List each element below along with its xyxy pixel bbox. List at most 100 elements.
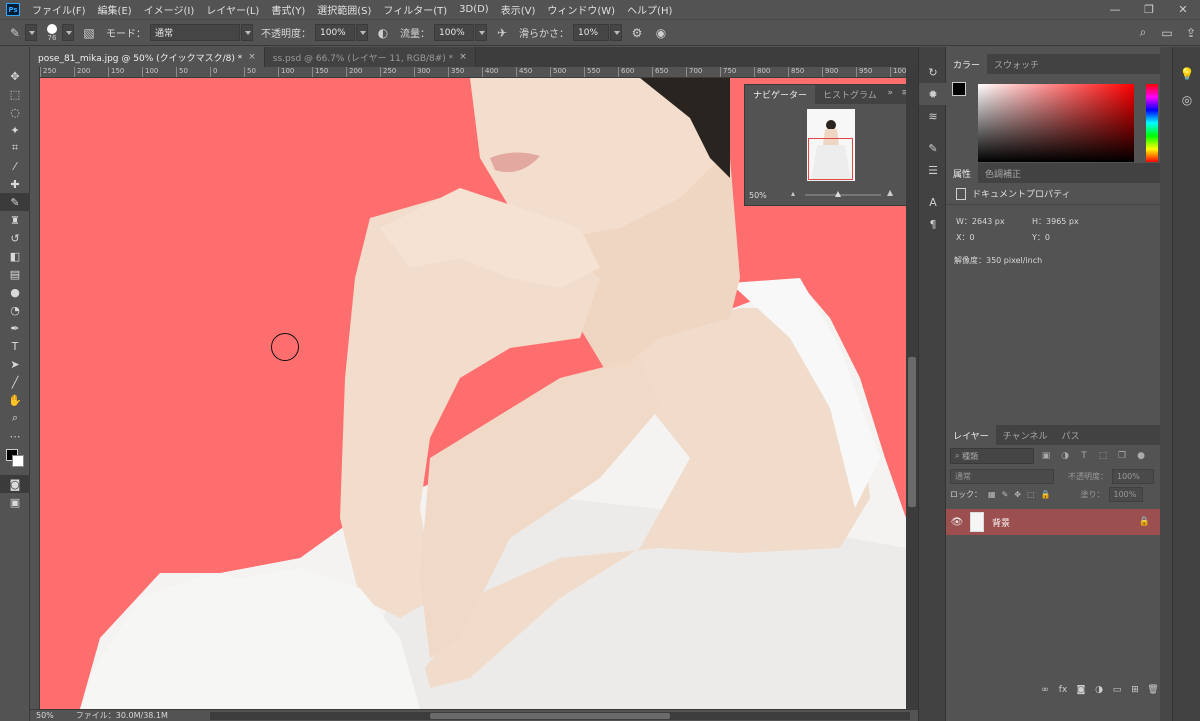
healing-brush-tool-icon[interactable]: ✚ [0,175,30,193]
brush-tool-preset-icon[interactable]: ✎ [6,24,24,42]
fx-icon[interactable]: fx [1054,685,1072,695]
fill-input[interactable]: 100% [1108,486,1143,502]
add-mask-icon[interactable]: ◙ [1072,685,1090,695]
brush-tool-icon[interactable]: ✎ [0,193,30,211]
close-icon[interactable]: × [459,52,467,62]
color-field[interactable] [978,84,1134,162]
menu-select[interactable]: 選択範囲(S) [311,2,377,17]
gear-icon[interactable]: ⚙ [628,24,646,42]
flow-input[interactable]: 100% [434,24,474,41]
lock-all-icon[interactable]: 🔒 [1041,490,1051,499]
filter-toggle-icon[interactable]: ● [1134,449,1148,463]
tab-navigator[interactable]: ナビゲーター [745,85,816,104]
adjustments-icon[interactable]: ≋ [919,105,947,127]
opacity-input[interactable]: 100% [315,24,355,41]
brush-picker-dropdown[interactable] [62,24,74,41]
navigator-view-box[interactable] [808,138,853,180]
filter-adjustment-icon[interactable]: ◑ [1058,449,1072,463]
scrollbar-thumb[interactable] [908,357,916,507]
close-icon[interactable]: × [248,52,256,62]
tab-paths[interactable]: パス [1054,425,1086,445]
brush-preview-icon[interactable]: 76 [43,23,61,42]
pressure-opacity-icon[interactable]: ◐ [374,24,392,42]
navigator-panel-icon[interactable]: ✹ [919,83,947,105]
brush-settings-icon[interactable]: ▧ [80,24,98,42]
quick-mask-icon[interactable]: ◙ [0,475,30,493]
gradient-tool-icon[interactable]: ▤ [0,265,30,283]
mode-select[interactable]: 通常 [150,24,240,41]
navigator-zoom-slider[interactable] [805,191,881,197]
panel-scrollbar[interactable] [1160,47,1172,721]
menu-help[interactable]: ヘルプ(H) [621,2,678,17]
screen-mode-icon[interactable]: ▣ [0,493,30,511]
eraser-tool-icon[interactable]: ◧ [0,247,30,265]
lasso-tool-icon[interactable]: ◌ [0,103,30,121]
foreground-color-swatch[interactable] [952,82,966,96]
layer-kind-filter[interactable]: ⌕ 種類 [950,448,1034,464]
layer-row-background[interactable]: 👁 背景 🔒 [946,509,1160,535]
marquee-tool-icon[interactable]: ⬚ [0,85,30,103]
tab-pose-81-mika[interactable]: pose_81_mika.jpg @ 50% (クイックマスク/8) * × [30,47,265,67]
history-brush-tool-icon[interactable]: ↺ [0,229,30,247]
tab-ss-psd[interactable]: ss.psd @ 66.7% (レイヤー 11, RGB/8#) * × [264,47,476,67]
navigator-zoom-value[interactable]: 50% [749,191,767,200]
hand-tool-icon[interactable]: ✋ [0,391,30,409]
layer-opacity-input[interactable]: 100% [1112,468,1154,484]
color-swap-icon[interactable] [0,445,30,475]
opacity-dropdown[interactable] [356,24,368,41]
filter-smart-icon[interactable]: ❐ [1115,449,1129,463]
tab-channels[interactable]: チャンネル [996,425,1055,445]
menu-layer[interactable]: レイヤー(L) [200,2,265,17]
lock-transparent-icon[interactable]: ▦ [988,490,996,499]
lock-icon[interactable]: 🔒 [1139,517,1150,527]
lock-artboard-icon[interactable]: ⬚ [1027,490,1035,499]
new-group-icon[interactable]: ▭ [1108,685,1126,695]
learn-icon[interactable]: 💡 [1173,61,1200,87]
smoothing-input[interactable]: 10% [573,24,609,41]
filter-type-icon[interactable]: T [1077,449,1091,463]
menu-type[interactable]: 書式(Y) [265,2,311,17]
pressure-size-icon[interactable]: ◉ [652,24,670,42]
new-layer-icon[interactable]: ⊞ [1126,685,1144,695]
horizontal-scrollbar[interactable] [210,712,910,720]
quick-select-tool-icon[interactable]: ✦ [0,121,30,139]
adjustment-layer-icon[interactable]: ◑ [1090,685,1108,695]
blur-tool-icon[interactable]: ● [0,283,30,301]
hue-slider[interactable] [1146,84,1158,162]
flow-dropdown[interactable] [475,24,487,41]
brush-settings-icon[interactable]: ✎ [919,137,947,159]
collapse-icon[interactable]: » [887,88,893,98]
tab-color[interactable]: カラー [946,54,988,74]
vertical-scrollbar[interactable] [906,67,918,709]
pen-tool-icon[interactable]: ✒ [0,319,30,337]
link-layers-icon[interactable]: ∞ [1036,685,1054,695]
menu-view[interactable]: 表示(V) [495,2,542,17]
lock-pixels-icon[interactable]: ✎ [1002,490,1009,499]
search-icon[interactable]: ⌕ [1134,24,1152,42]
menu-image[interactable]: イメージ(I) [138,2,201,17]
menu-window[interactable]: ウィンドウ(W) [541,2,621,17]
clone-stamp-tool-icon[interactable]: ♜ [0,211,30,229]
menu-file[interactable]: ファイル(F) [26,2,92,17]
lock-position-icon[interactable]: ✥ [1014,490,1021,499]
scrollbar-thumb[interactable] [430,713,670,719]
dodge-tool-icon[interactable]: ◔ [0,301,30,319]
filter-image-icon[interactable]: ▣ [1039,449,1053,463]
mode-dropdown[interactable] [241,24,253,41]
history-panel-icon[interactable]: ↻ [919,61,947,83]
sliders-icon[interactable]: ☰ [919,159,947,181]
airbrush-icon[interactable]: ✈ [493,24,511,42]
line-tool-icon[interactable]: ╱ [0,373,30,391]
smoothing-dropdown[interactable] [610,24,622,41]
minimize-button[interactable]: — [1098,3,1132,16]
tab-layers[interactable]: レイヤー [946,425,996,445]
navigator-thumbnail[interactable] [807,109,855,181]
type-tool-icon[interactable]: T [0,337,30,355]
tab-swatches[interactable]: スウォッチ [987,54,1046,74]
blend-mode-select[interactable]: 通常 [950,468,1054,484]
zoom-level[interactable]: 50% [36,711,54,720]
slider-knob[interactable] [835,191,841,197]
move-tool-icon[interactable]: ✥ [0,67,30,85]
path-select-tool-icon[interactable]: ➤ [0,355,30,373]
crop-tool-icon[interactable]: ⌗ [0,139,30,157]
